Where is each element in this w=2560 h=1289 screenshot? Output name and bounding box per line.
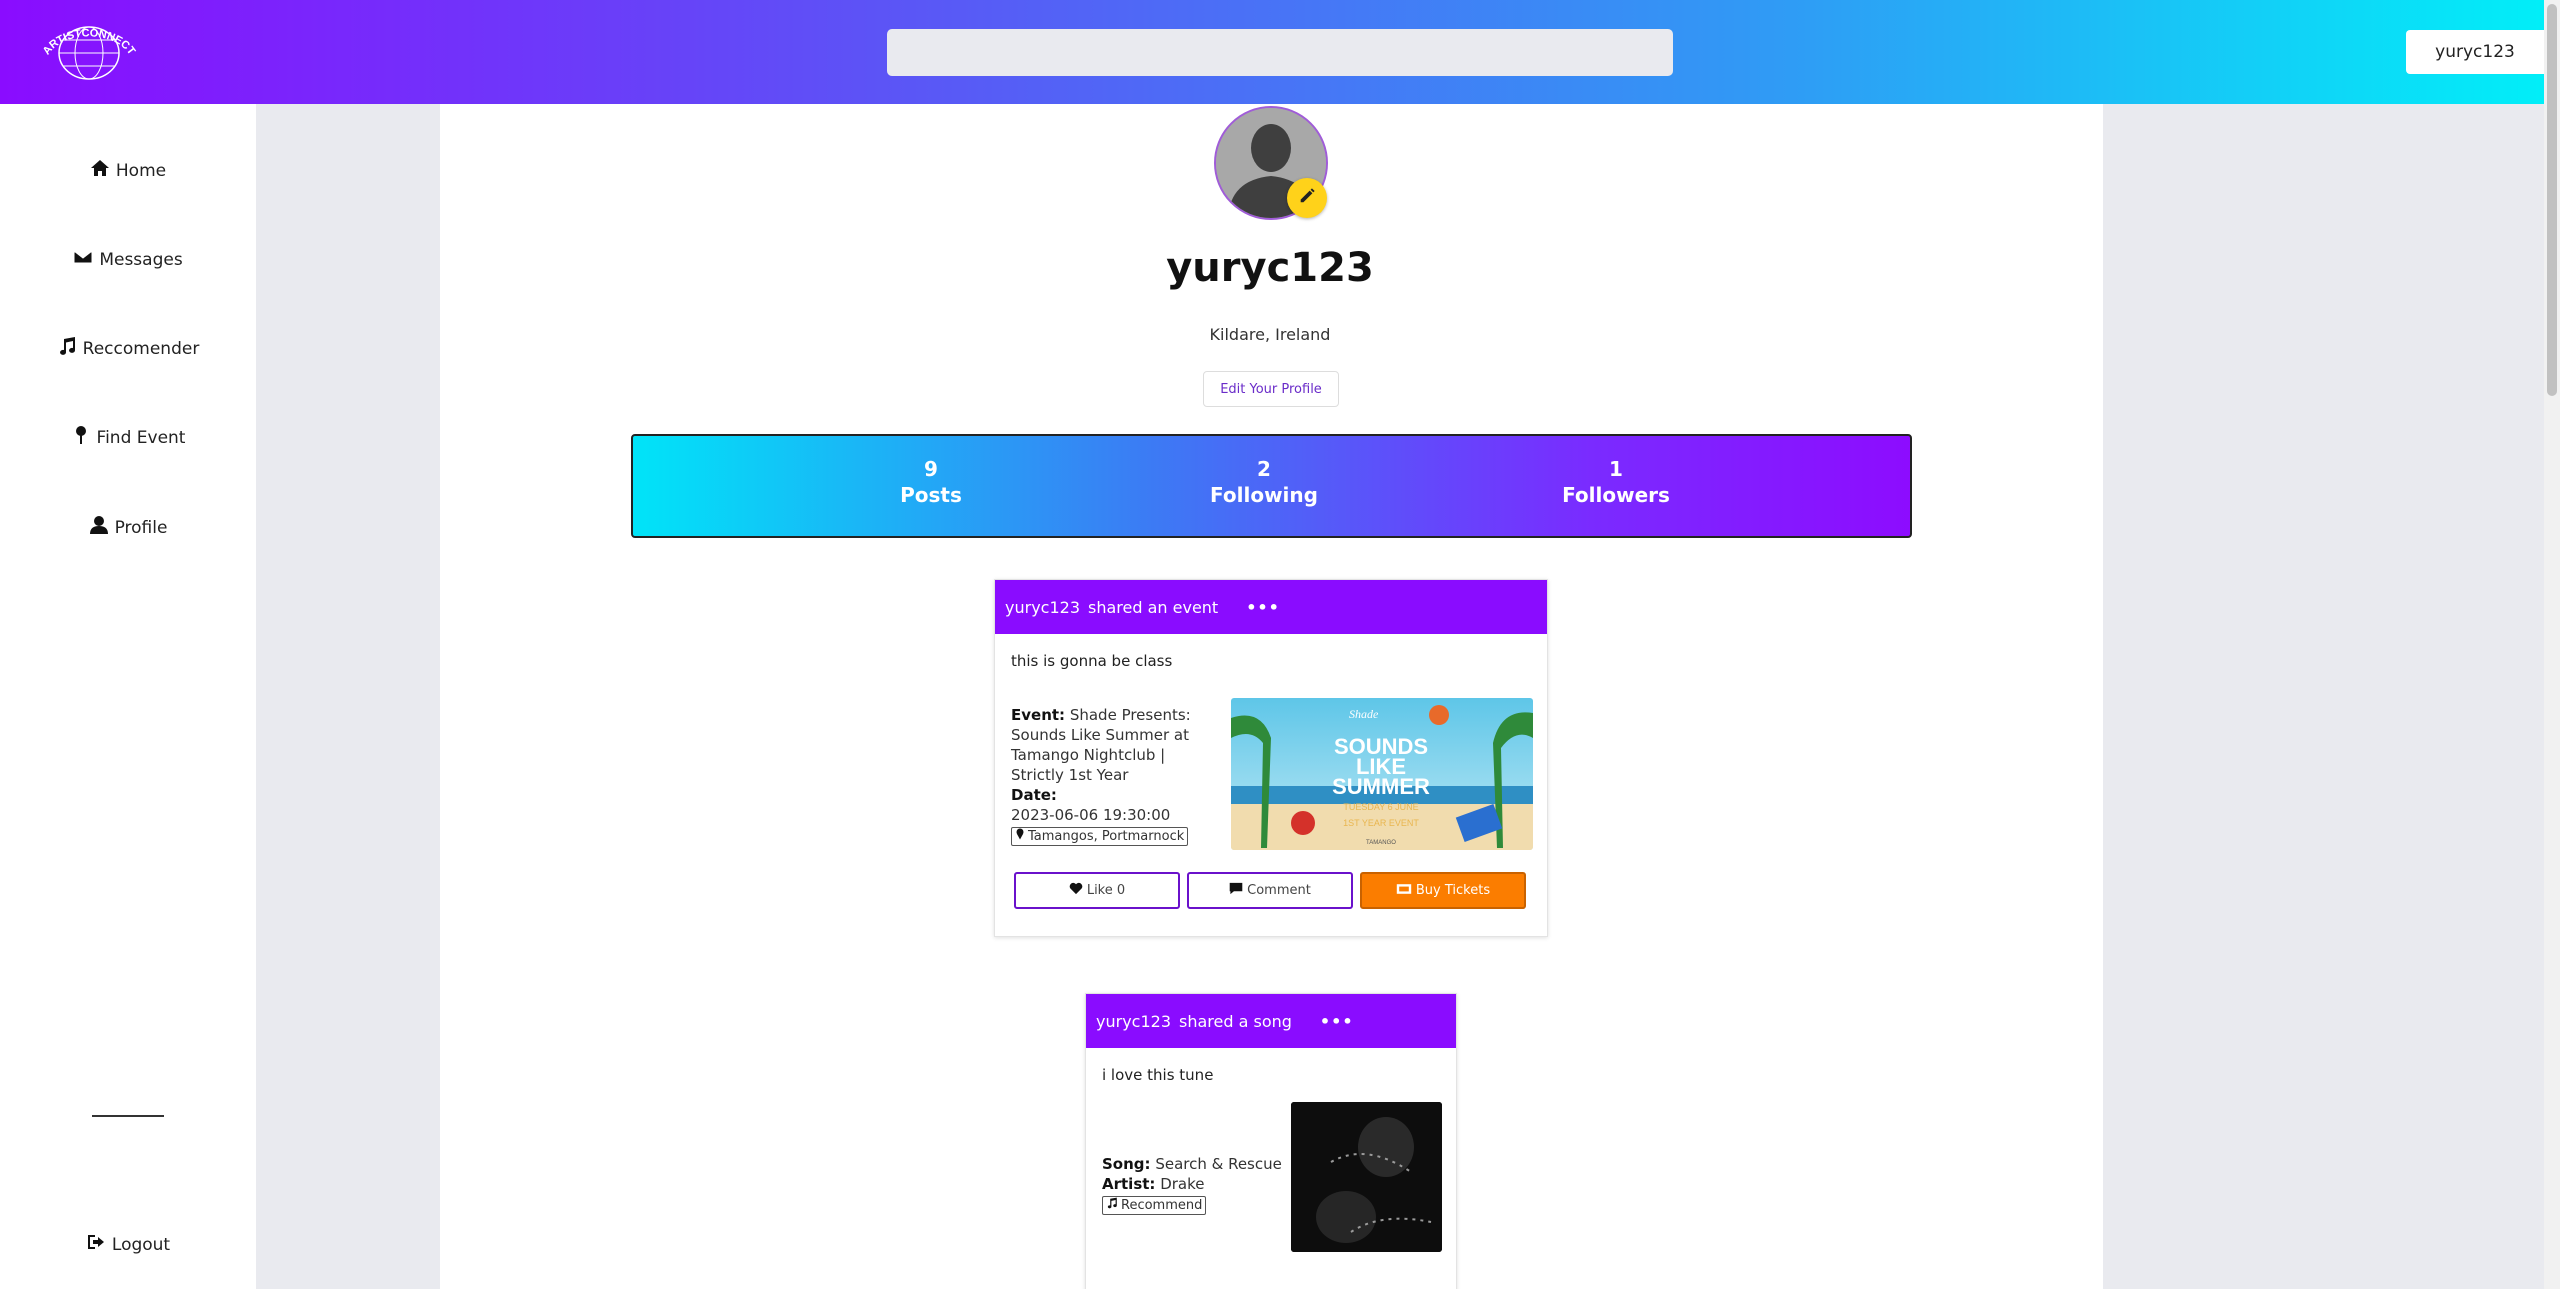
event-image-line3: SUMMER — [1332, 774, 1430, 799]
sidebar: Home Messages Reccomender Find Event Pro… — [0, 104, 256, 1289]
post-header: yuryc123 shared an event ••• — [995, 580, 1547, 634]
top-header: ARTISTCONNECT yuryc123 — [0, 0, 2560, 104]
search-input[interactable] — [887, 29, 1673, 76]
recommend-label: Recommend — [1121, 1198, 1203, 1213]
sidebar-item-profile[interactable]: Profile — [0, 515, 256, 540]
event-location: Tamangos, Portmarnock — [1028, 829, 1185, 844]
logout-button[interactable]: Logout — [0, 1232, 256, 1257]
like-button[interactable]: Like 0 — [1014, 872, 1180, 909]
user-icon — [89, 515, 109, 540]
map-pin-icon — [71, 425, 91, 450]
post-card-event: yuryc123 shared an event ••• this is gon… — [994, 579, 1548, 937]
artistconnect-logo[interactable]: ARTISTCONNECT — [34, 20, 144, 84]
event-label: Event: — [1011, 706, 1066, 724]
pencil-icon — [1298, 187, 1316, 209]
sidebar-item-find-event[interactable]: Find Event — [0, 425, 256, 450]
stat-posts[interactable]: 9 Posts — [841, 456, 1021, 508]
logout-divider — [92, 1115, 164, 1117]
ticket-icon — [1396, 883, 1412, 899]
edit-avatar-button[interactable] — [1287, 178, 1327, 218]
song-title: Search & Rescue — [1155, 1155, 1282, 1173]
date-label: Date: — [1011, 786, 1057, 804]
user-menu-label: yuryc123 — [2435, 42, 2515, 62]
post-caption: i love this tune — [1102, 1066, 1214, 1084]
sidebar-item-label: Messages — [99, 249, 183, 270]
event-image-sub: TUESDAY 6 JUNE — [1343, 802, 1418, 812]
comment-label: Comment — [1247, 883, 1311, 898]
home-icon — [90, 158, 110, 183]
more-options-icon[interactable]: ••• — [1246, 598, 1280, 617]
map-pin-icon — [1015, 828, 1025, 845]
stat-label: Followers — [1562, 483, 1670, 507]
post-actions: Like 0 Comment Buy Tickets — [1014, 872, 1526, 909]
event-image-brand: Shade — [1349, 707, 1379, 721]
post-header: yuryc123 shared a song ••• — [1086, 994, 1456, 1048]
post-author[interactable]: yuryc123 — [1096, 1012, 1171, 1031]
profile-stats-bar: 9 Posts 2 Following 1 Followers — [631, 434, 1912, 538]
sidebar-item-label: Profile — [114, 517, 168, 538]
user-menu-button[interactable]: yuryc123 — [2406, 30, 2544, 74]
event-image[interactable]: Shade SOUNDS LIKE SUMMER TUESDAY 6 JUNE … — [1231, 698, 1533, 850]
heart-icon — [1069, 882, 1083, 899]
music-note-icon — [1106, 1197, 1118, 1214]
right-gutter — [2103, 104, 2544, 1289]
sidebar-item-reccomender[interactable]: Reccomender — [0, 336, 256, 361]
buy-tickets-label: Buy Tickets — [1415, 883, 1491, 898]
profile-location: Kildare, Ireland — [1209, 325, 1331, 344]
sidebar-item-home[interactable]: Home — [0, 158, 256, 183]
like-label: Like 0 — [1086, 883, 1126, 898]
post-card-song: yuryc123 shared a song ••• i love this t… — [1085, 993, 1457, 1289]
artist-name: Drake — [1160, 1175, 1205, 1193]
edit-profile-label: Edit Your Profile — [1220, 381, 1322, 397]
event-location-tag[interactable]: Tamangos, Portmarnock — [1011, 827, 1189, 846]
stat-value: 9 — [924, 457, 938, 481]
stat-value: 2 — [1257, 457, 1271, 481]
event-details: Event: Shade Presents: Sounds Like Summe… — [1011, 705, 1201, 846]
stat-following[interactable]: 2 Following — [1174, 456, 1354, 508]
sidebar-item-messages[interactable]: Messages — [0, 247, 256, 272]
logout-label: Logout — [111, 1234, 171, 1255]
stat-followers[interactable]: 1 Followers — [1526, 456, 1706, 508]
event-image-venue: TAMANGO — [1366, 840, 1396, 846]
page-scrollbar[interactable] — [2544, 0, 2560, 1289]
sidebar-item-label: Reccomender — [82, 338, 200, 359]
event-image-sub2: 1ST YEAR EVENT — [1343, 818, 1419, 828]
more-options-icon[interactable]: ••• — [1320, 1012, 1354, 1031]
stat-label: Posts — [900, 483, 962, 507]
comment-button[interactable]: Comment — [1187, 872, 1353, 909]
post-author[interactable]: yuryc123 — [1005, 598, 1080, 617]
music-note-icon — [57, 336, 77, 361]
sidebar-item-label: Find Event — [96, 427, 186, 448]
post-caption: this is gonna be class — [1011, 652, 1173, 670]
sidebar-item-label: Home — [115, 160, 167, 181]
post-action: shared a song — [1179, 1011, 1292, 1031]
recommend-button[interactable]: Recommend — [1102, 1196, 1207, 1215]
song-details: Song: Search & Rescue Artist: Drake Reco… — [1102, 1154, 1287, 1215]
profile-username: yuryc123 — [1166, 245, 1374, 291]
edit-profile-button[interactable]: Edit Your Profile — [1203, 371, 1339, 407]
stat-label: Following — [1210, 483, 1318, 507]
left-gutter — [256, 104, 440, 1289]
post-action: shared an event — [1088, 597, 1219, 617]
logout-icon — [86, 1232, 106, 1257]
envelope-icon — [73, 247, 93, 272]
song-label: Song: — [1102, 1155, 1151, 1173]
comment-icon — [1229, 882, 1243, 899]
artist-label: Artist: — [1102, 1175, 1156, 1193]
event-date: 2023-06-06 19:30:00 — [1011, 806, 1171, 824]
buy-tickets-button[interactable]: Buy Tickets — [1360, 872, 1526, 909]
stat-value: 1 — [1609, 457, 1623, 481]
song-cover-image[interactable] — [1291, 1102, 1442, 1252]
scrollbar-thumb[interactable] — [2547, 4, 2557, 396]
